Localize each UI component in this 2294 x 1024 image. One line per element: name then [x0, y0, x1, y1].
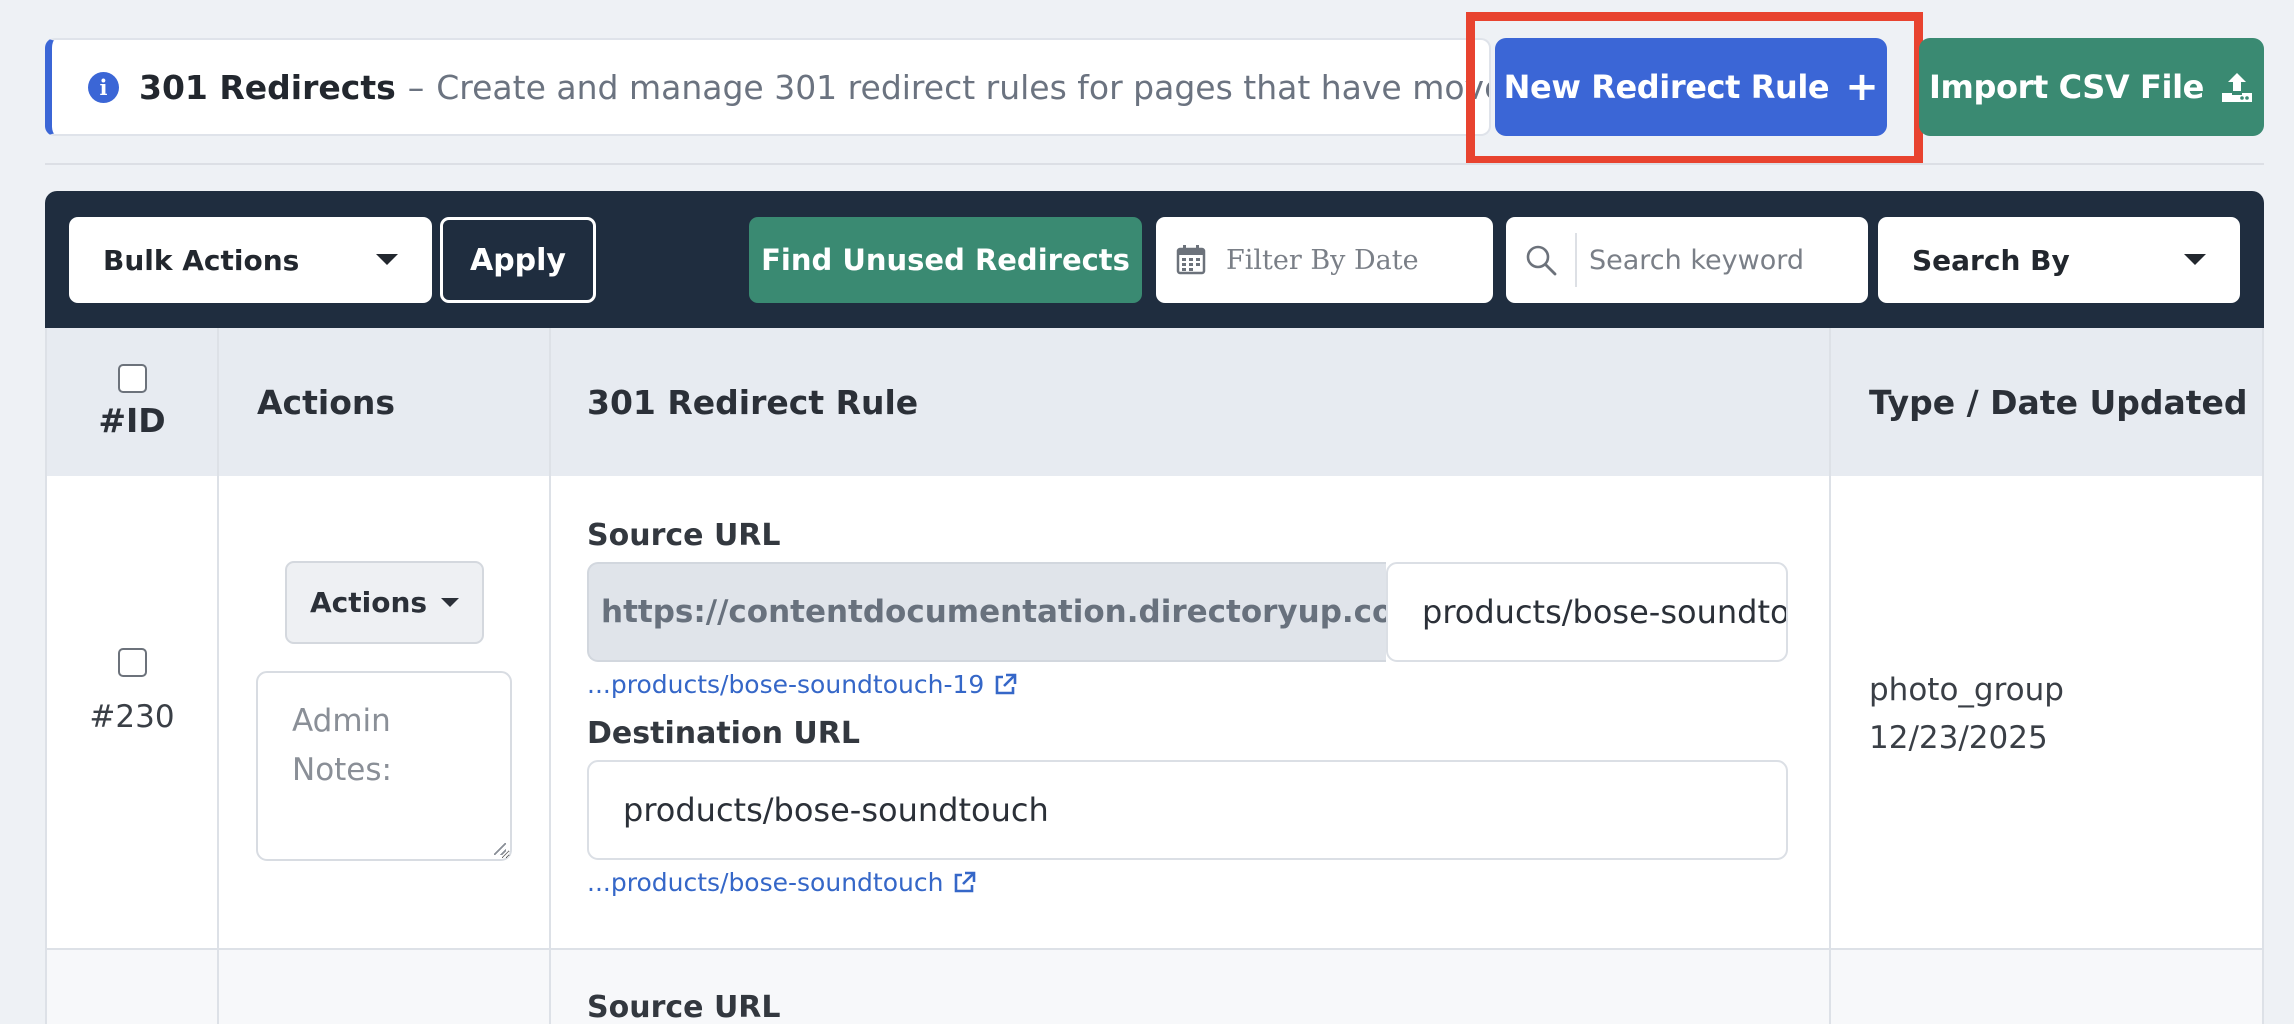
- row-actions-label: Actions: [309, 586, 428, 619]
- page-title: 301 Redirects: [139, 67, 396, 107]
- source-url-input[interactable]: products/bose-soundtouch-19: [1386, 562, 1788, 662]
- column-divider: [1829, 328, 1831, 1024]
- new-redirect-rule-button[interactable]: New Redirect Rule +: [1495, 38, 1887, 136]
- column-header-rule: 301 Redirect Rule: [587, 382, 919, 422]
- chevron-down-icon: [376, 254, 398, 265]
- row-actions-dropdown[interactable]: Actions: [285, 561, 484, 644]
- column-divider: [549, 328, 551, 1024]
- bulk-actions-label: Bulk Actions: [103, 243, 300, 277]
- title-separator: –: [407, 67, 425, 107]
- source-url-label: Source URL: [587, 518, 781, 553]
- search-keyword-placeholder: Search keyword: [1589, 244, 1804, 276]
- search-icon: [1506, 233, 1577, 287]
- search-keyword-input[interactable]: Search keyword: [1506, 217, 1868, 303]
- find-unused-redirects-button[interactable]: Find Unused Redirects: [749, 217, 1142, 303]
- plus-icon: +: [1845, 64, 1879, 110]
- destination-url-label: Destination URL: [587, 716, 860, 751]
- external-link-icon: [955, 871, 976, 892]
- row-checkbox[interactable]: [117, 648, 147, 677]
- row-id: #230: [89, 699, 175, 735]
- column-header-type-date: Type / Date Updated: [1869, 382, 2248, 422]
- type-date-cell: photo_group 12/23/2025: [1869, 666, 2064, 762]
- search-by-select[interactable]: Search By: [1878, 217, 2240, 303]
- admin-notes-textarea[interactable]: Admin Notes:: [256, 671, 512, 861]
- apply-button[interactable]: Apply: [440, 217, 596, 303]
- row-divider: [47, 948, 2262, 950]
- destination-url-input[interactable]: products/bose-soundtouch: [587, 760, 1788, 860]
- table-toolbar: Bulk Actions Apply Find Unused Redirects…: [45, 191, 2264, 328]
- bulk-actions-select[interactable]: Bulk Actions: [69, 217, 432, 303]
- column-header-id-label: #ID: [98, 401, 166, 440]
- source-url-prefix: https://contentdocumentation.directoryup…: [587, 562, 1386, 662]
- import-csv-label: Import CSV File: [1929, 68, 2204, 106]
- redirects-table: #ID Actions 301 Redirect Rule Type / Dat…: [45, 328, 2264, 1024]
- destination-url-link[interactable]: ...products/bose-soundtouch: [587, 868, 977, 897]
- select-all-checkbox[interactable]: [117, 364, 147, 393]
- source-url-link-text: ...products/bose-soundtouch-19: [587, 670, 985, 699]
- upload-icon: [2221, 73, 2252, 102]
- chevron-down-icon: [441, 598, 460, 607]
- chevron-down-icon: [2184, 254, 2206, 265]
- new-redirect-rule-label: New Redirect Rule: [1503, 68, 1830, 106]
- calendar-icon: [1156, 217, 1226, 303]
- source-url-group: https://contentdocumentation.directoryup…: [587, 562, 1788, 662]
- search-by-label: Search By: [1912, 243, 2070, 277]
- external-link-icon: [995, 673, 1017, 694]
- redirect-type: photo_group: [1869, 672, 2064, 708]
- filter-by-date-placeholder: Filter By Date: [1226, 244, 1419, 276]
- page-description: Create and manage 301 redirect rules for…: [436, 67, 1491, 107]
- info-circle-icon: i: [88, 71, 119, 103]
- page-header: i 301 Redirects – Create and manage 301 …: [45, 38, 1491, 136]
- table-row: [47, 950, 2262, 1024]
- column-header-actions: Actions: [257, 382, 395, 422]
- import-csv-button[interactable]: Import CSV File: [1919, 38, 2264, 136]
- row-id-cell: #230: [47, 648, 217, 735]
- header-divider: [45, 163, 2264, 165]
- date-updated: 12/23/2025: [1869, 720, 2048, 756]
- source-url-label: Source URL: [587, 990, 781, 1024]
- destination-url-link-text: ...products/bose-soundtouch: [587, 868, 944, 897]
- column-header-id: #ID: [47, 328, 217, 476]
- filter-by-date-input[interactable]: Filter By Date: [1156, 217, 1493, 303]
- column-divider: [217, 328, 219, 1024]
- source-url-link[interactable]: ...products/bose-soundtouch-19: [587, 670, 1018, 699]
